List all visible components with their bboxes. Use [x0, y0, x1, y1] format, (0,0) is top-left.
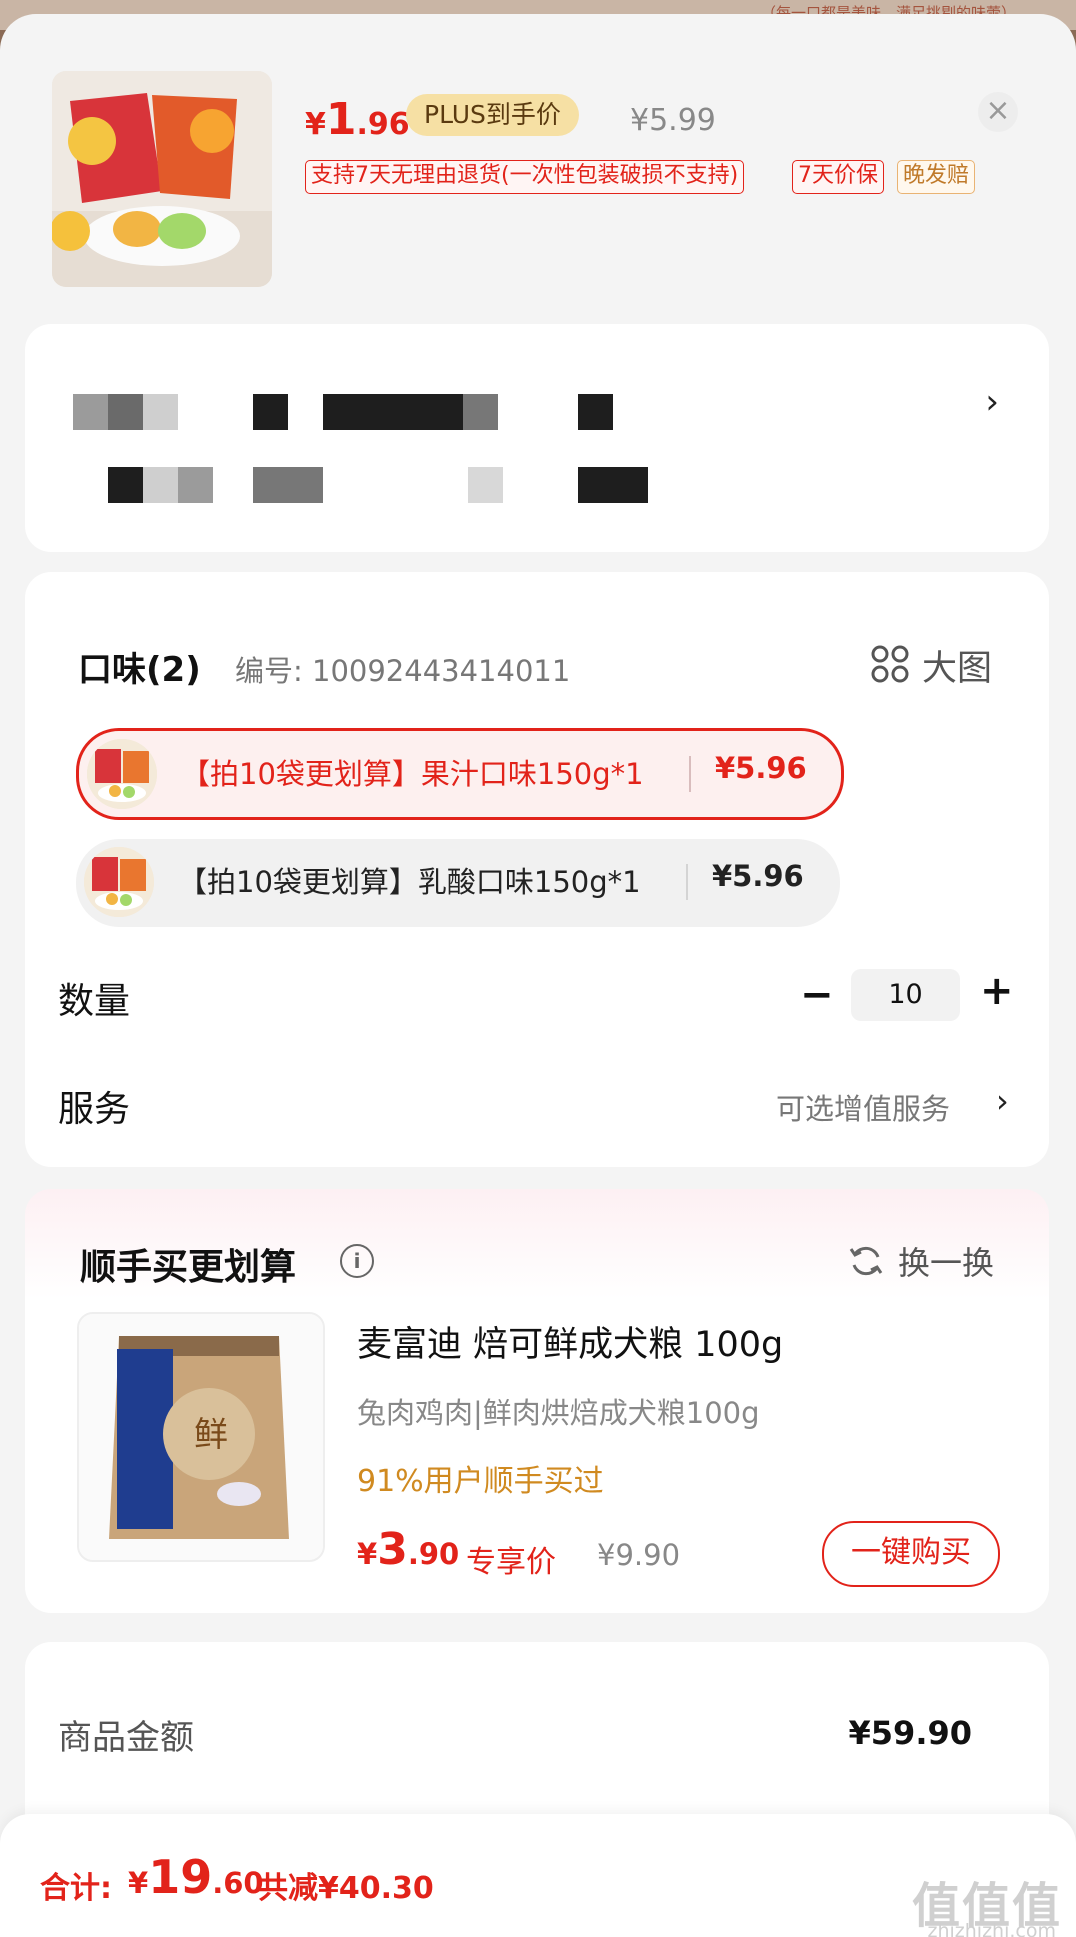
address-chevron-icon: ›: [985, 382, 999, 422]
quantity-minus-button[interactable]: −: [800, 972, 834, 1018]
item-number: 编号: 10092443414011: [235, 654, 571, 688]
divider: [686, 864, 688, 900]
total-price: ¥19.60: [128, 1850, 264, 1904]
price-protect-tag: 7天价保: [792, 160, 884, 194]
redacted-block: [463, 394, 498, 430]
total-saved: 共减¥40.30: [258, 1871, 434, 1906]
quantity-input[interactable]: 10: [851, 969, 960, 1021]
upsell-social-proof: 91%用户顺手买过: [357, 1464, 604, 1499]
return-policy-tag: 支持7天无理由退货(一次性包装破损不支持): [305, 160, 745, 194]
price-decimal: .60: [212, 1866, 264, 1900]
redacted-block: [253, 467, 323, 503]
upsell-product-image[interactable]: 鲜: [77, 1312, 325, 1562]
exclusive-price-label: 专享价: [466, 1545, 556, 1580]
upsell-title: 顺手买更划算: [80, 1247, 297, 1288]
redacted-block: [143, 467, 178, 503]
redacted-block: [108, 467, 143, 503]
price-symbol: ¥: [357, 1537, 378, 1571]
flavor-option-label: 【拍10袋更划算】乳酸口味150g*1: [178, 865, 641, 899]
refresh-icon[interactable]: [848, 1243, 884, 1288]
flavor-title: 口味(2): [78, 650, 201, 690]
price-integer: 19: [148, 1850, 213, 1904]
redacted-block: [178, 467, 213, 503]
plus-badge: PLUS到手价: [406, 94, 579, 136]
flavor-option-label: 【拍10袋更划算】果汁口味150g*1: [181, 757, 644, 791]
price-decimal: .96: [356, 107, 410, 142]
flavor-thumbnail: [84, 847, 154, 917]
watermark-url: zhizhizhi.com: [927, 1920, 1056, 1937]
divider: [689, 756, 691, 792]
redacted-block: [143, 394, 178, 430]
info-icon[interactable]: i: [340, 1244, 374, 1278]
upsell-price: ¥3.90: [357, 1524, 459, 1575]
upsell-old-price: ¥9.90: [597, 1538, 681, 1572]
service-label: 服务: [58, 1089, 131, 1130]
price-integer: 3: [377, 1524, 408, 1575]
total-label: 合计:: [40, 1871, 112, 1906]
goods-amount-value: ¥59.90: [848, 1714, 972, 1752]
redacted-block: [468, 467, 503, 503]
flavor-option-price: ¥5.96: [715, 751, 807, 785]
refresh-button[interactable]: 换一换: [898, 1238, 994, 1284]
big-view-button[interactable]: 大图: [922, 640, 992, 691]
one-click-buy-button[interactable]: 一键购买: [822, 1521, 1000, 1587]
price-integer: 1: [325, 94, 357, 145]
plus-price: ¥1.96: [305, 94, 410, 145]
upsell-product-desc: 兔肉鸡肉|鲜肉烘焙成犬粮100g: [357, 1396, 760, 1430]
redacted-block: [108, 394, 143, 430]
redacted-block: [253, 394, 288, 430]
service-chevron-icon[interactable]: ›: [996, 1082, 1009, 1120]
service-selector[interactable]: 可选增值服务: [776, 1086, 950, 1128]
price-symbol: ¥: [305, 107, 326, 142]
flavor-option-price: ¥5.96: [712, 859, 804, 893]
price-symbol: ¥: [128, 1866, 149, 1900]
redacted-block: [578, 394, 613, 430]
flavor-option-lactic[interactable]: 【拍10袋更划算】乳酸口味150g*1 ¥5.96: [76, 839, 840, 927]
flavor-thumbnail: [87, 739, 157, 809]
goods-amount-label: 商品金额: [58, 1718, 194, 1758]
grid-icon[interactable]: [870, 644, 910, 684]
redacted-block: [323, 394, 463, 430]
price-decimal: .90: [407, 1537, 460, 1571]
quantity-label: 数量: [58, 981, 131, 1022]
original-price: ¥5.99: [630, 103, 716, 138]
package-label: 鲜: [194, 1415, 228, 1455]
flavor-option-juice[interactable]: 【拍10袋更划算】果汁口味150g*1 ¥5.96: [76, 728, 844, 820]
late-delivery-tag: 晚发赔: [897, 160, 976, 194]
product-thumbnail: [52, 71, 272, 287]
product-spec-sheet: ¥1.96 PLUS到手价 ¥5.99 × 支持7天无理由退货(一次性包装破损不…: [0, 14, 1076, 1937]
upsell-product-name[interactable]: 麦富迪 焙可鲜成犬粮 100g: [357, 1316, 783, 1367]
redacted-block: [578, 467, 648, 503]
address-card[interactable]: ›: [25, 324, 1049, 552]
quantity-plus-button[interactable]: +: [980, 968, 1014, 1014]
close-icon[interactable]: ×: [978, 92, 1018, 132]
